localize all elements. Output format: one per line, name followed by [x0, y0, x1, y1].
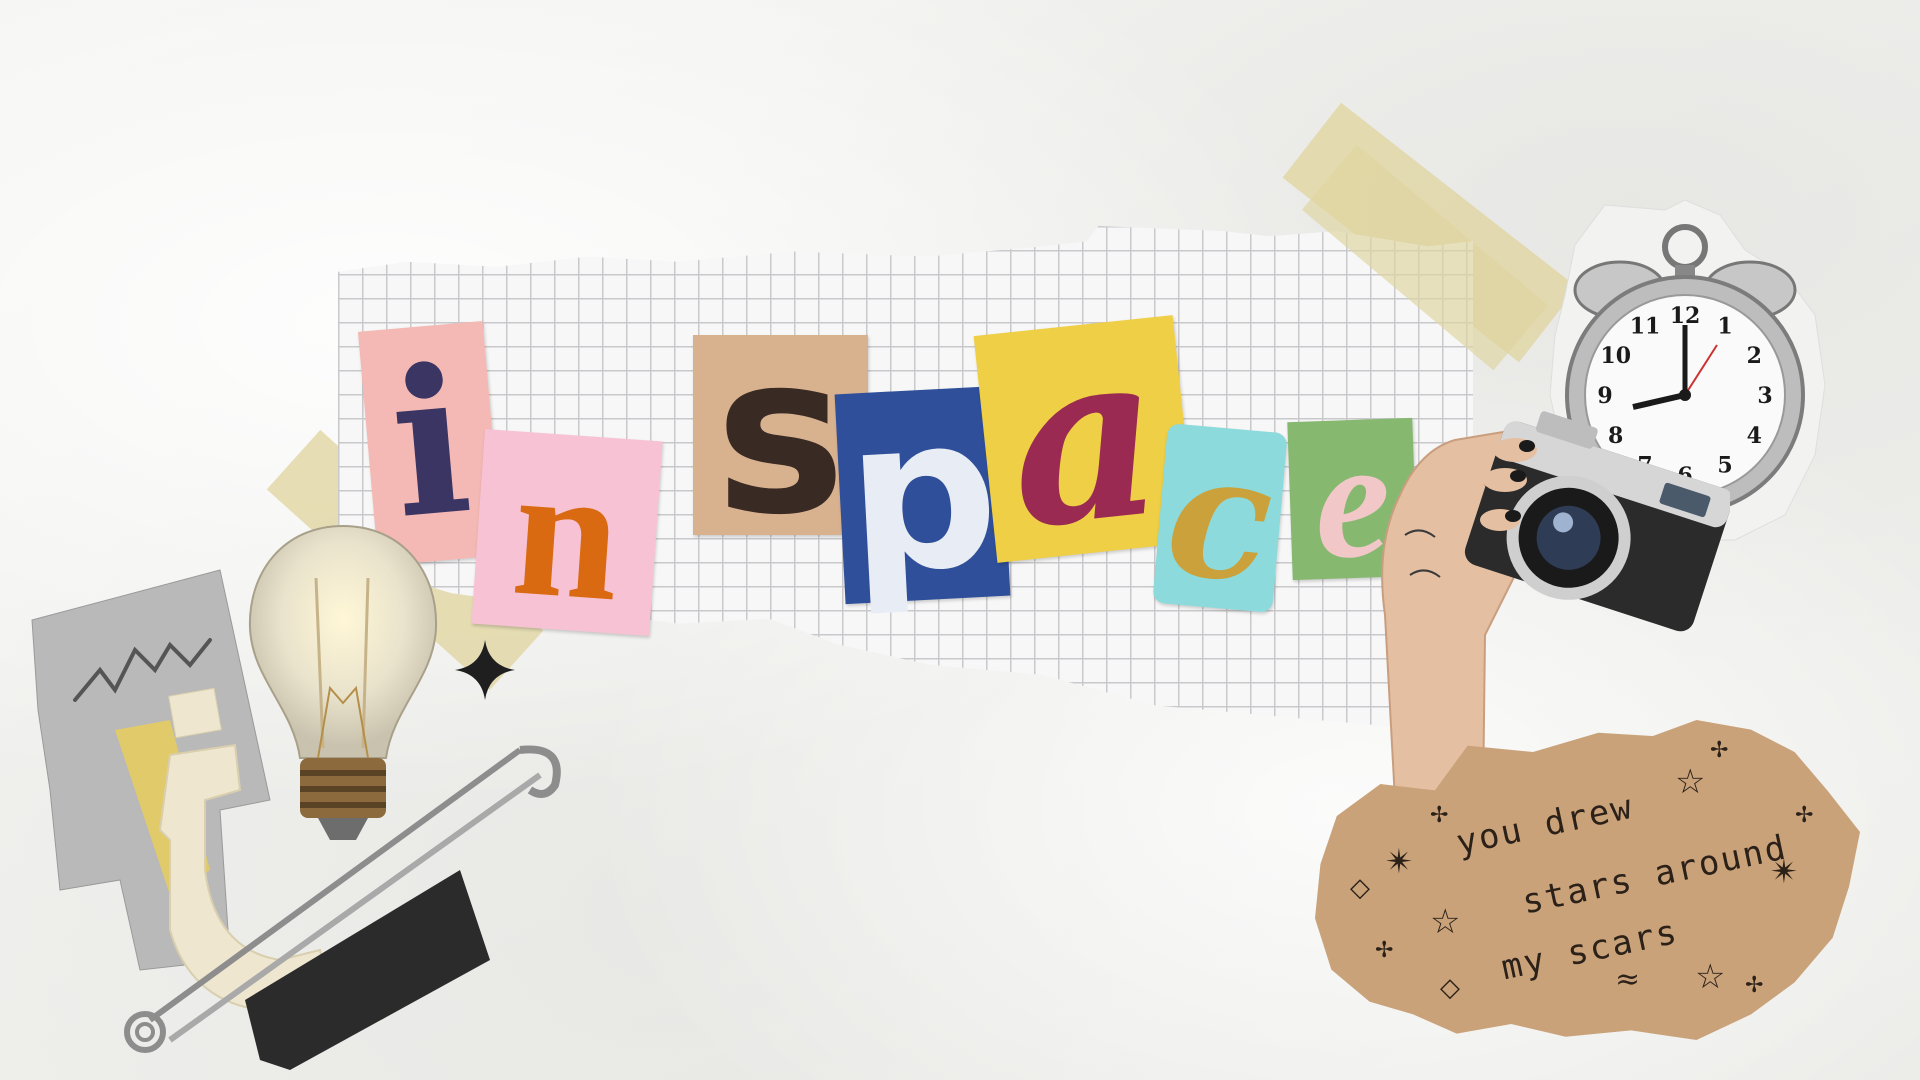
note-line-1: you drew	[1452, 786, 1637, 864]
diamond-doodle-icon: ◇	[1350, 873, 1370, 903]
star-doodle-icon: ☆	[1430, 902, 1461, 942]
clock-numeral: 10	[1600, 343, 1631, 369]
camera-icon	[1464, 411, 1730, 632]
plus-doodle-icon: ✢	[1430, 803, 1449, 828]
plus-doodle-icon: ✢	[1710, 738, 1729, 763]
sparkle-doodle-icon: ✴	[1770, 852, 1799, 892]
clock-numeral: 11	[1630, 314, 1661, 340]
clock-numeral: 9	[1597, 383, 1612, 409]
letter-p: p	[840, 368, 1004, 621]
letter-a: a	[996, 296, 1174, 582]
clock-numeral: 1	[1717, 314, 1732, 340]
diamond-doodle-icon: ◇	[1440, 973, 1460, 1003]
crumpled-paper-dot	[168, 687, 222, 739]
swoosh-doodle-icon: ≈	[1615, 962, 1641, 997]
letter-c: c	[1159, 413, 1281, 623]
clock-numeral: 2	[1747, 343, 1762, 369]
letter-tile-c: c	[1152, 413, 1288, 623]
clock-numeral: 3	[1757, 383, 1772, 409]
plus-doodle-icon: ✢	[1745, 973, 1764, 998]
sparkle-doodle-icon: ✴	[1385, 842, 1414, 882]
note-line-3: my scars	[1497, 911, 1682, 989]
sparkle-icon	[455, 640, 515, 700]
plus-doodle-icon: ✢	[1375, 938, 1394, 963]
star-doodle-icon: ☆	[1675, 762, 1706, 802]
plus-doodle-icon: ✢	[1795, 803, 1814, 828]
letter-s: s	[715, 307, 846, 563]
letter-i: i	[382, 322, 479, 564]
lightbulb-icon	[248, 524, 438, 840]
clock-numeral: 4	[1747, 423, 1762, 449]
star-doodle-icon: ☆	[1695, 957, 1726, 997]
